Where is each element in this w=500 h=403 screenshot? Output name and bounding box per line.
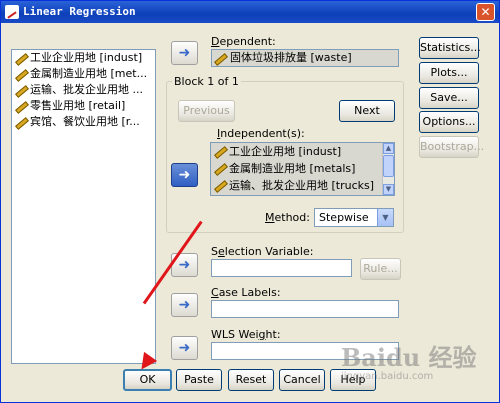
dependent-field[interactable]: 固体垃圾排放量 [waste] — [211, 49, 399, 67]
paste-button[interactable]: Paste — [176, 369, 222, 391]
watermark-main: Baidu 经验 — [341, 343, 477, 372]
move-to-independents-button[interactable]: ➜ — [171, 163, 198, 187]
save-button[interactable]: Save... — [419, 87, 479, 109]
scale-variable-icon — [214, 180, 226, 190]
scale-variable-icon — [15, 53, 27, 63]
block-label: Block 1 of 1 — [172, 75, 241, 88]
scroll-down-icon[interactable]: ▼ — [383, 184, 394, 195]
move-to-dependent-button[interactable]: ➜ — [171, 41, 198, 65]
case-labels-label: Case Labels: — [211, 286, 281, 299]
variable-label: 运输、批发企业用地 ... — [30, 83, 143, 96]
scale-variable-icon — [15, 101, 27, 111]
variable-label: 零售业用地 [retail] — [30, 99, 126, 112]
variable-label: 工业企业用地 [indust] — [30, 51, 143, 64]
scale-variable-icon — [214, 146, 226, 156]
scale-variable-icon — [15, 85, 27, 95]
next-button[interactable]: Next — [339, 100, 395, 122]
plots-button[interactable]: Plots... — [419, 62, 479, 84]
rule-button[interactable]: Rule... — [360, 258, 401, 280]
list-item[interactable]: 零售业用地 [retail] — [12, 98, 155, 114]
scroll-up-icon[interactable]: ▲ — [383, 143, 394, 154]
independents-list[interactable]: 工业企业用地 [indust] 金属制造业用地 [metals] 运输、批发企业… — [210, 142, 395, 196]
method-select[interactable]: Stepwise ▼ — [314, 208, 394, 227]
bootstrap-button[interactable]: Bootstrap... — [419, 136, 484, 158]
list-item[interactable]: 运输、批发企业用地 [trucks] — [211, 177, 394, 194]
method-value: Stepwise — [319, 211, 369, 224]
scroll-thumb[interactable] — [383, 155, 394, 177]
independents-scrollbar[interactable]: ▲ ▼ — [382, 143, 394, 195]
close-icon[interactable]: ✕ — [476, 3, 495, 21]
list-item[interactable]: 运输、批发企业用地 ... — [12, 82, 155, 98]
variable-label: 金属制造业用地 [metals] — [229, 162, 356, 175]
variable-label: 宾馆、餐饮业用地 [r... — [30, 115, 140, 128]
window-title: Linear Regression — [23, 5, 136, 18]
variable-label: 运输、批发企业用地 [trucks] — [229, 179, 375, 192]
scale-variable-icon — [15, 117, 27, 127]
scale-variable-icon — [214, 163, 226, 173]
method-label: Method: — [265, 211, 310, 224]
dependent-value: 固体垃圾排放量 [waste] — [230, 51, 352, 64]
scale-variable-icon — [214, 53, 226, 63]
dependent-label: Dependent: — [211, 35, 276, 48]
selection-variable-field[interactable] — [211, 259, 352, 277]
app-chart-icon — [5, 5, 19, 19]
scale-variable-icon — [15, 69, 27, 79]
case-labels-field[interactable] — [211, 300, 399, 318]
selection-variable-label: Selection Variable: — [211, 245, 314, 258]
move-to-case-labels-button[interactable]: ➜ — [171, 293, 198, 317]
variable-label: 金属制造业用地 [met... — [30, 67, 148, 80]
independents-label: Independent(s): — [217, 127, 305, 140]
statistics-button[interactable]: Statistics... — [419, 37, 481, 59]
title-bar[interactable]: Linear Regression ✕ — [1, 1, 499, 23]
list-item[interactable]: 金属制造业用地 [metals] — [211, 160, 394, 177]
list-item[interactable]: 宾馆、餐饮业用地 [r... — [12, 114, 155, 130]
variable-label: 工业企业用地 [indust] — [229, 145, 342, 158]
wls-weight-label: WLS Weight: — [211, 328, 281, 341]
source-variable-list[interactable]: 工业企业用地 [indust] 金属制造业用地 [met... 运输、批发企业用… — [11, 49, 156, 364]
baidu-watermark: Baidu 经验 jingyan.baidu.com — [341, 338, 477, 382]
list-item[interactable]: 工业企业用地 [indust] — [12, 50, 155, 66]
options-button[interactable]: Options... — [419, 111, 479, 133]
reset-button[interactable]: Reset — [228, 369, 274, 391]
list-item[interactable]: 工业企业用地 [indust] — [211, 143, 394, 160]
linear-regression-dialog: Linear Regression ✕ 工业企业用地 [indust] 金属制造… — [0, 0, 500, 403]
previous-button[interactable]: Previous — [178, 100, 235, 122]
watermark-sub: jingyan.baidu.com — [341, 371, 434, 382]
list-item[interactable]: 金属制造业用地 [met... — [12, 66, 155, 82]
chevron-down-icon[interactable]: ▼ — [377, 209, 393, 226]
cancel-button[interactable]: Cancel — [279, 369, 325, 391]
move-to-wls-weight-button[interactable]: ➜ — [171, 336, 198, 360]
